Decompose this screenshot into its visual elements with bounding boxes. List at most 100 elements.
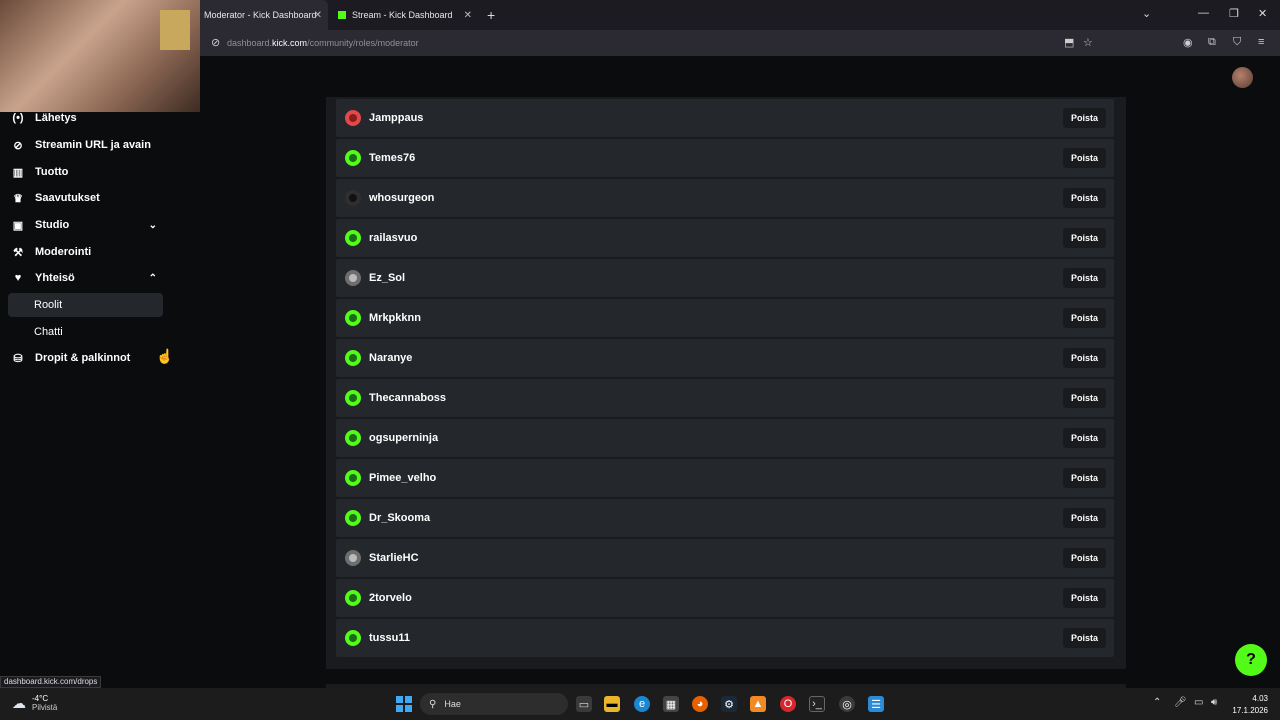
mouse-cursor-icon: ☝ xyxy=(156,348,174,364)
url-field[interactable]: dashboard.kick.com/community/roles/moder… xyxy=(227,38,419,48)
avatar xyxy=(345,590,361,606)
kick-logo-icon: K xyxy=(338,11,346,19)
tab-stream[interactable]: K Stream - Kick Dashboard ✕ xyxy=(330,0,478,30)
remove-button[interactable]: Poista xyxy=(1062,148,1106,168)
moderator-name: 2torvelo xyxy=(369,592,412,604)
chevron-down-icon: ⌄ xyxy=(148,219,157,231)
moderator-name: whosurgeon xyxy=(369,192,435,204)
sidebar-item-roles[interactable]: Roolit xyxy=(8,293,163,317)
remove-button[interactable]: Poista xyxy=(1062,428,1106,448)
avatar xyxy=(345,190,361,206)
store-icon[interactable]: ▦ xyxy=(663,696,679,712)
avatar xyxy=(345,510,361,526)
microphone-icon[interactable]: 🎤︎ xyxy=(1174,697,1187,708)
steam-icon[interactable]: ⚙ xyxy=(721,696,737,712)
moderator-name: Mrkpkknn xyxy=(369,312,421,324)
new-tab-icon[interactable]: + xyxy=(487,7,495,23)
moderator-row: Jamppaus Poista xyxy=(336,99,1114,137)
moderator-row: Thecannaboss Poista xyxy=(336,379,1114,417)
remove-button[interactable]: Poista xyxy=(1062,548,1106,568)
remove-button[interactable]: Poista xyxy=(1062,228,1106,248)
clock-date: 17.1.2026 xyxy=(1232,706,1268,715)
sidebar-item-label: Studio xyxy=(35,219,70,231)
tray-chevron-icon[interactable]: ⌃ xyxy=(1153,697,1161,708)
moderator-name: StarlieHC xyxy=(369,552,419,564)
notepad-icon[interactable]: ☰ xyxy=(868,696,884,712)
terminal-icon[interactable]: ›_ xyxy=(809,696,825,712)
weather-desc: Pilvistä xyxy=(32,703,58,712)
bookmark-star-icon[interactable]: ☆ xyxy=(1083,36,1093,49)
moderator-row: ogsuperninja Poista xyxy=(336,419,1114,457)
avatar xyxy=(345,550,361,566)
sidebar-item-community[interactable]: ♥ Yhteisö ⌃ xyxy=(8,266,163,290)
avatar xyxy=(345,630,361,646)
remove-button[interactable]: Poista xyxy=(1062,308,1106,328)
broadcast-icon: (•) xyxy=(12,112,24,124)
edge-icon[interactable]: e xyxy=(634,696,650,712)
sidebar-item-label: Moderointi xyxy=(35,246,92,258)
avatar xyxy=(345,310,361,326)
remove-button[interactable]: Poista xyxy=(1062,348,1106,368)
shield-icon[interactable]: ⛉ xyxy=(1233,36,1241,49)
moderator-row: Mrkpkknn Poista xyxy=(336,299,1114,337)
remove-button[interactable]: Poista xyxy=(1062,588,1106,608)
file-explorer-icon[interactable]: ▬ xyxy=(604,696,620,712)
maximize-icon[interactable]: ❐ xyxy=(1229,7,1239,20)
gift-icon: ⛁ xyxy=(13,352,23,365)
firefox-icon[interactable]: ◕ xyxy=(692,696,708,712)
chevron-up-icon: ⌃ xyxy=(148,272,157,284)
status-url: dashboard.kick.com/drops xyxy=(0,676,102,688)
volume-icon[interactable]: 🔊︎ xyxy=(1211,697,1217,708)
task-view-icon[interactable]: ▭ xyxy=(576,696,592,712)
tab-moderator[interactable]: Moderator - Kick Dashboard ✕ xyxy=(196,0,328,30)
remove-button[interactable]: Poista xyxy=(1062,108,1106,128)
sidebar-item-studio[interactable]: ▣ Studio ⌄ xyxy=(8,213,163,237)
site-info-icon[interactable]: ⊘ xyxy=(211,36,220,49)
clock-time: 4.03 xyxy=(1252,694,1268,703)
moderator-name: Thecannaboss xyxy=(369,392,447,404)
sidebar-item-drops[interactable]: ⛁ Dropit & palkinnot xyxy=(8,346,163,370)
vlc-icon[interactable]: ▲ xyxy=(750,696,766,712)
remove-button[interactable]: Poista xyxy=(1062,188,1106,208)
moderator-name: railasvuo xyxy=(369,232,418,244)
weather-widget[interactable]: ☁ -4°C Pilvistä xyxy=(12,694,57,712)
sidebar-item-label: Streamin URL ja avain xyxy=(35,139,151,151)
extensions-icon[interactable]: ⧉ xyxy=(1208,36,1216,49)
sidebar-item-achievements[interactable]: ♛ Saavutukset xyxy=(8,186,163,210)
moderator-row: Temes76 Poista xyxy=(336,139,1114,177)
remove-button[interactable]: Poista xyxy=(1062,388,1106,408)
avatar xyxy=(345,470,361,486)
weather-temp: -4°C xyxy=(32,694,49,703)
support-chat-icon[interactable]: ? xyxy=(1235,644,1267,676)
webcam-poster xyxy=(160,10,190,50)
obs-icon[interactable]: ◎ xyxy=(839,696,855,712)
account-icon[interactable]: ◉ xyxy=(1183,36,1193,49)
minimize-icon[interactable]: — xyxy=(1198,7,1209,19)
taskbar-clock[interactable]: 4.03 17.1.2026 xyxy=(1232,693,1268,717)
opera-icon[interactable]: O xyxy=(780,696,796,712)
close-window-icon[interactable]: ✕ xyxy=(1258,7,1267,20)
close-tab-icon[interactable]: ✕ xyxy=(464,10,472,21)
menu-icon[interactable]: ≡ xyxy=(1258,36,1264,48)
sidebar-item-label: Lähetys xyxy=(35,112,77,124)
remove-button[interactable]: Poista xyxy=(1062,628,1106,648)
remove-button[interactable]: Poista xyxy=(1062,508,1106,528)
sidebar-item-stream-url[interactable]: ⊘ Streamin URL ja avain xyxy=(8,133,163,157)
user-avatar[interactable] xyxy=(1232,67,1253,88)
screenshot-icon[interactable]: ⬒ xyxy=(1064,36,1074,49)
avatar xyxy=(345,430,361,446)
sidebar-item-label: Roolit xyxy=(34,299,63,311)
remove-button[interactable]: Poista xyxy=(1062,468,1106,488)
network-icon[interactable]: ▭ xyxy=(1194,697,1203,708)
remove-button[interactable]: Poista xyxy=(1062,268,1106,288)
sidebar-item-chat[interactable]: Chatti xyxy=(8,320,163,344)
sidebar-item-moderation[interactable]: ⚒ Moderointi xyxy=(8,240,163,264)
moderator-row: 2torvelo Poista xyxy=(336,579,1114,617)
start-button[interactable] xyxy=(396,696,412,712)
sidebar-item-revenue[interactable]: ▥ Tuotto xyxy=(8,160,163,184)
close-tab-icon[interactable]: ✕ xyxy=(314,10,322,21)
taskbar-search[interactable]: ⚲ Hae xyxy=(420,693,568,715)
tab-list-chevron-icon[interactable]: ⌄ xyxy=(1142,7,1151,20)
sidebar-item-broadcast[interactable]: (•) Lähetys xyxy=(8,106,163,130)
taskbar: ☁ -4°C Pilvistä ⚲ Hae ▭ ▬ e ▦ ◕ ⚙ ▲ O ›_… xyxy=(0,688,1280,720)
